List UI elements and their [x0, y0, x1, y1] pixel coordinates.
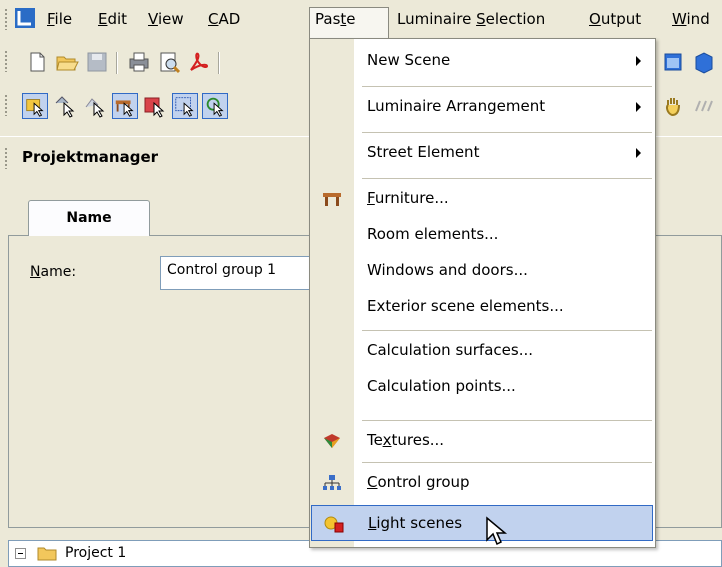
- select-area-icon[interactable]: [172, 93, 198, 119]
- menu-separator: [362, 330, 652, 331]
- menu-item-exterior-scene-elements[interactable]: Exterior scene elements...: [310, 289, 655, 325]
- folder-icon: [37, 547, 57, 561]
- window-3d-icon[interactable]: [690, 49, 716, 75]
- toolbar-grip[interactable]: [4, 94, 8, 116]
- menu-edit[interactable]: Edit: [93, 7, 132, 31]
- select-object-icon[interactable]: [82, 93, 108, 119]
- menu-bar: File Edit View CAD Paste Luminaire Selec…: [0, 0, 722, 41]
- menu-paste[interactable]: Paste: [309, 7, 389, 41]
- menu-separator: [362, 462, 652, 463]
- light-scenes-icon: [324, 516, 344, 533]
- menu-separator: [362, 420, 652, 421]
- name-label: Name:: [30, 264, 77, 280]
- print-icon[interactable]: [126, 49, 152, 75]
- print-preview-icon[interactable]: [156, 49, 182, 75]
- menu-item-furniture[interactable]: Furniture...: [310, 181, 655, 217]
- select-luminaire-icon[interactable]: [52, 93, 78, 119]
- menu-item-luminaire-arrangement[interactable]: Luminaire Arrangement: [310, 89, 655, 125]
- toolbar-separator: [116, 52, 117, 74]
- submenu-arrow-icon: [636, 148, 641, 158]
- select-room-icon[interactable]: [22, 93, 48, 119]
- tab-name[interactable]: Name: [28, 200, 150, 237]
- select-furniture-icon[interactable]: [112, 93, 138, 119]
- control-group-icon: [323, 475, 341, 490]
- menu-view[interactable]: View: [143, 7, 189, 31]
- select-calc-point-icon[interactable]: [202, 93, 228, 119]
- menubar-grip[interactable]: [4, 8, 8, 30]
- menu-item-calculation-surfaces[interactable]: Calculation surfaces...: [310, 333, 655, 369]
- tree-collapse-toggle[interactable]: [15, 548, 26, 559]
- name-input[interactable]: Control group 1: [160, 256, 326, 290]
- furniture-icon: [323, 193, 341, 206]
- menu-separator: [362, 178, 652, 179]
- menu-separator: [362, 86, 652, 87]
- menu-item-textures[interactable]: Textures...: [310, 423, 655, 459]
- menu-item-control-group[interactable]: Control group: [310, 465, 655, 501]
- new-file-icon[interactable]: [24, 49, 50, 75]
- toolbar-separator: [218, 52, 219, 74]
- open-folder-icon[interactable]: [54, 49, 80, 75]
- menu-file[interactable]: File: [42, 7, 77, 31]
- select-element-icon[interactable]: [142, 93, 168, 119]
- menu-window[interactable]: Wind: [667, 7, 715, 31]
- menu-item-street-element[interactable]: Street Element: [310, 135, 655, 171]
- menu-item-room-elements[interactable]: Room elements...: [310, 217, 655, 253]
- tree-item-project[interactable]: Project 1: [65, 545, 126, 561]
- save-icon[interactable]: [84, 49, 110, 75]
- zoom-disabled-icon[interactable]: [690, 93, 716, 119]
- window-icon[interactable]: [660, 49, 686, 75]
- menu-item-new-scene[interactable]: New Scene: [310, 43, 655, 79]
- pan-hand-icon[interactable]: [660, 93, 686, 119]
- pdf-icon[interactable]: [186, 49, 212, 75]
- menu-item-light-scenes[interactable]: Light scenes: [311, 505, 653, 541]
- paste-menu: New Scene Luminaire Arrangement Street E…: [309, 38, 656, 548]
- toolbar-grip[interactable]: [4, 50, 8, 72]
- submenu-arrow-icon: [636, 102, 641, 112]
- app-logo-icon: [15, 8, 35, 28]
- menu-output[interactable]: Output: [584, 7, 646, 31]
- mouse-cursor-icon: [486, 516, 508, 546]
- menu-item-calculation-points[interactable]: Calculation points...: [310, 369, 655, 405]
- panel-title: Projektmanager: [22, 148, 159, 166]
- textures-icon: [324, 434, 340, 448]
- panel-grip[interactable]: [4, 147, 8, 169]
- menu-item-windows-and-doors[interactable]: Windows and doors...: [310, 253, 655, 289]
- menu-cad[interactable]: CAD: [203, 7, 245, 31]
- menu-separator: [362, 132, 652, 133]
- submenu-arrow-icon: [636, 56, 641, 66]
- menu-luminaire-selection[interactable]: Luminaire Selection: [392, 7, 550, 31]
